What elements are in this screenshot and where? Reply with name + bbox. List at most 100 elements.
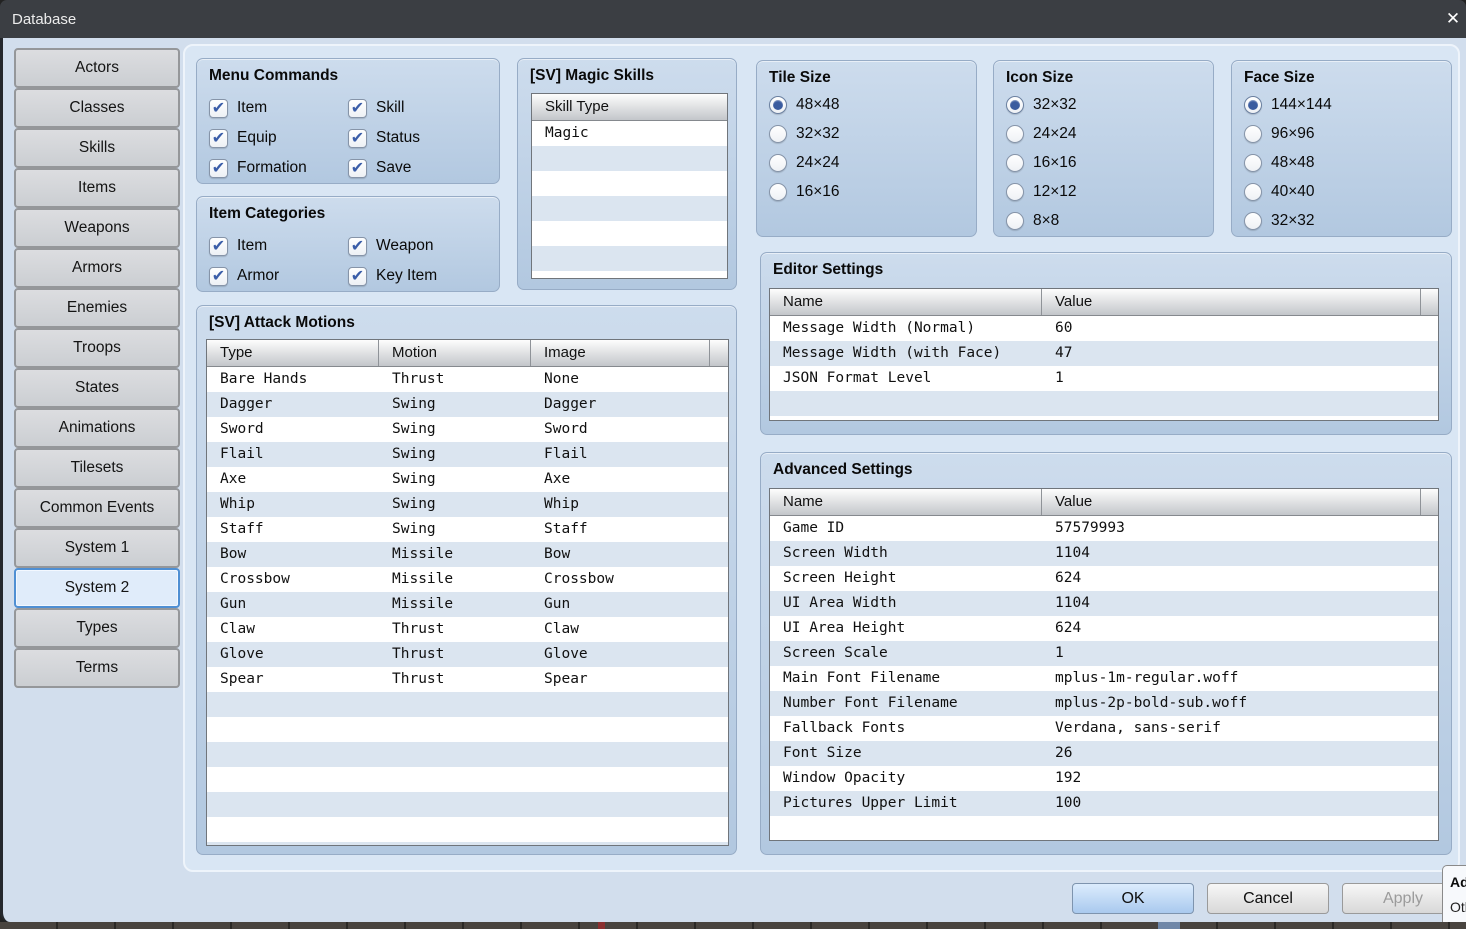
sidebar-item-classes[interactable]: Classes	[14, 88, 180, 128]
table-row[interactable]: Whip Swing Whip	[207, 492, 728, 517]
sidebar-item-system-1[interactable]: System 1	[14, 528, 180, 568]
table-row[interactable]: Pictures Upper Limit 100	[770, 791, 1438, 816]
column-header-motion[interactable]: Motion	[379, 340, 531, 366]
radio-icon[interactable]	[1244, 96, 1262, 114]
table-row[interactable]: UI Area Width 1104	[770, 591, 1438, 616]
table-row-empty[interactable]	[207, 692, 728, 717]
radio-16x16[interactable]: 16×16	[1006, 152, 1201, 174]
check-icon[interactable]: ✔	[209, 158, 228, 178]
table-row[interactable]: Crossbow Missile Crossbow	[207, 567, 728, 592]
checkbox-skill[interactable]: ✔ Skill	[348, 97, 487, 119]
table-row[interactable]: UI Area Height 624	[770, 616, 1438, 641]
table-row[interactable]: Claw Thrust Claw	[207, 617, 728, 642]
check-icon[interactable]: ✔	[348, 98, 367, 118]
sidebar-item-terms[interactable]: Terms	[14, 648, 180, 688]
radio-32x32[interactable]: 32×32	[1006, 94, 1201, 116]
sidebar-item-items[interactable]: Items	[14, 168, 180, 208]
checkbox-item[interactable]: ✔ Item	[209, 235, 348, 257]
table-row[interactable]: Magic	[532, 121, 727, 146]
sidebar-item-system-2[interactable]: System 2	[14, 568, 180, 608]
table-row[interactable]: Gun Missile Gun	[207, 592, 728, 617]
radio-96x96[interactable]: 96×96	[1244, 123, 1439, 145]
sidebar-item-tilesets[interactable]: Tilesets	[14, 448, 180, 488]
radio-24x24[interactable]: 24×24	[769, 152, 964, 174]
column-header-value[interactable]: Value	[1042, 289, 1421, 315]
table-row[interactable]: Dagger Swing Dagger	[207, 392, 728, 417]
radio-icon[interactable]	[769, 125, 787, 143]
radio-icon[interactable]	[769, 183, 787, 201]
table-row-empty[interactable]	[532, 221, 727, 246]
column-header-skill-type[interactable]: Skill Type	[532, 94, 727, 120]
checkbox-status[interactable]: ✔ Status	[348, 127, 487, 149]
check-icon[interactable]: ✔	[209, 236, 228, 256]
table-row[interactable]: Screen Width 1104	[770, 541, 1438, 566]
sidebar-item-skills[interactable]: Skills	[14, 128, 180, 168]
radio-40x40[interactable]: 40×40	[1244, 181, 1439, 203]
close-icon[interactable]: ✕	[1440, 6, 1466, 32]
radio-icon[interactable]	[1006, 183, 1024, 201]
sidebar-item-weapons[interactable]: Weapons	[14, 208, 180, 248]
radio-icon[interactable]	[1006, 96, 1024, 114]
radio-144x144[interactable]: 144×144	[1244, 94, 1439, 116]
column-header-image[interactable]: Image	[531, 340, 710, 366]
checkbox-key-item[interactable]: ✔ Key Item	[348, 265, 487, 287]
table-row[interactable]: Font Size 26	[770, 741, 1438, 766]
checkbox-save[interactable]: ✔ Save	[348, 157, 487, 179]
table-row-empty[interactable]	[532, 171, 727, 196]
radio-48x48[interactable]: 48×48	[1244, 152, 1439, 174]
table-row-empty[interactable]	[207, 817, 728, 842]
table-row[interactable]: JSON Format Level 1	[770, 366, 1438, 391]
radio-24x24[interactable]: 24×24	[1006, 123, 1201, 145]
table-row-empty[interactable]	[532, 246, 727, 271]
check-icon[interactable]: ✔	[348, 236, 367, 256]
table-row[interactable]: Spear Thrust Spear	[207, 667, 728, 692]
table-row[interactable]: Message Width (Normal) 60	[770, 316, 1438, 341]
table-row[interactable]: Glove Thrust Glove	[207, 642, 728, 667]
radio-icon[interactable]	[1006, 212, 1024, 230]
check-icon[interactable]: ✔	[209, 128, 228, 148]
cancel-button[interactable]: Cancel	[1207, 883, 1329, 914]
column-header-type[interactable]: Type	[207, 340, 379, 366]
radio-32x32[interactable]: 32×32	[1244, 210, 1439, 232]
checkbox-weapon[interactable]: ✔ Weapon	[348, 235, 487, 257]
sidebar-item-actors[interactable]: Actors	[14, 48, 180, 88]
table-row[interactable]: Main Font Filename mplus-1m-regular.woff	[770, 666, 1438, 691]
editor-settings-table[interactable]: Name Value Message Width (Normal) 60 Message…	[769, 288, 1439, 421]
advanced-settings-table[interactable]: Name Value Game ID 57579993 Screen Width 1104…	[769, 488, 1439, 841]
radio-48x48[interactable]: 48×48	[769, 94, 964, 116]
table-row[interactable]: Window Opacity 192	[770, 766, 1438, 791]
table-row[interactable]: Screen Scale 1	[770, 641, 1438, 666]
table-row[interactable]: Screen Height 624	[770, 566, 1438, 591]
table-row-empty[interactable]	[532, 146, 727, 171]
checkbox-armor[interactable]: ✔ Armor	[209, 265, 348, 287]
radio-icon[interactable]	[1244, 212, 1262, 230]
sidebar-item-states[interactable]: States	[14, 368, 180, 408]
check-icon[interactable]: ✔	[348, 158, 367, 178]
sidebar-item-armors[interactable]: Armors	[14, 248, 180, 288]
table-row[interactable]: Message Width (with Face) 47	[770, 341, 1438, 366]
table-row-empty[interactable]	[770, 416, 1438, 420]
radio-32x32[interactable]: 32×32	[769, 123, 964, 145]
table-row-empty[interactable]	[207, 767, 728, 792]
sidebar-item-enemies[interactable]: Enemies	[14, 288, 180, 328]
radio-icon[interactable]	[1006, 154, 1024, 172]
column-header-name[interactable]: Name	[770, 289, 1042, 315]
table-row-empty[interactable]	[207, 842, 728, 845]
checkbox-formation[interactable]: ✔ Formation	[209, 157, 348, 179]
table-row[interactable]: Fallback Fonts Verdana, sans-serif	[770, 716, 1438, 741]
table-row-empty[interactable]	[532, 271, 727, 278]
checkbox-item[interactable]: ✔ Item	[209, 97, 348, 119]
table-row[interactable]: Flail Swing Flail	[207, 442, 728, 467]
column-header-value[interactable]: Value	[1042, 489, 1421, 515]
radio-icon[interactable]	[769, 154, 787, 172]
radio-icon[interactable]	[1244, 154, 1262, 172]
table-row-empty[interactable]	[532, 196, 727, 221]
check-icon[interactable]: ✔	[348, 128, 367, 148]
radio-icon[interactable]	[1006, 125, 1024, 143]
attack-motions-table[interactable]: Type Motion Image Bare Hands Thrust None Dagge…	[206, 339, 729, 846]
radio-icon[interactable]	[1244, 183, 1262, 201]
checkbox-equip[interactable]: ✔ Equip	[209, 127, 348, 149]
sidebar-item-animations[interactable]: Animations	[14, 408, 180, 448]
table-row-empty[interactable]	[207, 717, 728, 742]
table-row[interactable]: Game ID 57579993	[770, 516, 1438, 541]
